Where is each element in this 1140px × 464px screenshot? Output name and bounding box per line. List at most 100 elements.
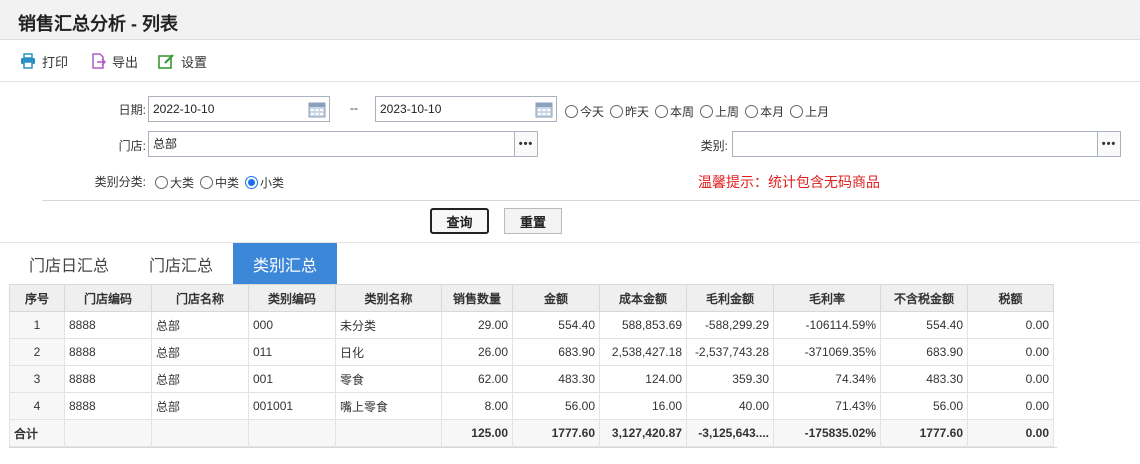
column-header[interactable]: 类别编码 <box>248 284 336 312</box>
date-to-input[interactable]: 2023-10-10 <box>375 96 557 122</box>
table-cell: 554.40 <box>880 311 968 339</box>
table-cell: 0.00 <box>967 365 1054 393</box>
radio-circle[interactable] <box>655 105 669 118</box>
table-cell: 554.40 <box>512 311 600 339</box>
radio-circle[interactable] <box>790 105 804 118</box>
table-cell: 56.00 <box>512 392 600 420</box>
table-cell: 1777.60 <box>880 419 968 447</box>
column-header[interactable]: 类别名称 <box>335 284 442 312</box>
settings-button[interactable]: 设置 <box>158 50 207 72</box>
table-cell: 8888 <box>64 392 152 420</box>
radio-label: 本月 <box>760 105 785 119</box>
table-cell: 1777.60 <box>512 419 600 447</box>
radio-today[interactable]: 今天 <box>565 103 604 120</box>
tab-store-summary[interactable]: 门店汇总 <box>130 243 232 285</box>
radio-circle[interactable] <box>745 105 759 118</box>
table-cell: 588,853.69 <box>599 311 687 339</box>
table-total-row: 合计 125.00 1777.60 3,127,420.87 -3,125,64… <box>9 419 1054 447</box>
table-cell: -371069.35% <box>773 338 881 366</box>
radio-circle[interactable] <box>610 105 624 118</box>
radio-circle[interactable] <box>155 176 168 189</box>
tab-category-summary[interactable]: 类别汇总 <box>233 243 337 285</box>
calendar-icon[interactable] <box>532 97 556 121</box>
radio-yesterday[interactable]: 昨天 <box>610 103 649 120</box>
date-shortcuts: 今天 昨天 本周 上周 本月 上月 <box>565 103 835 120</box>
query-button[interactable]: 查询 <box>430 208 489 234</box>
table-cell: 零食 <box>335 365 442 393</box>
radio-label: 上周 <box>715 105 740 119</box>
tab-store-daily-summary[interactable]: 门店日汇总 <box>14 243 124 285</box>
column-header[interactable]: 门店编码 <box>64 284 152 312</box>
table-cell: 683.90 <box>512 338 600 366</box>
total-label: 合计 <box>9 419 65 447</box>
table-cell: 未分类 <box>335 311 442 339</box>
store-input[interactable]: 总部 <box>148 131 516 157</box>
category-class-group: 大类 中类 小类 <box>155 174 290 191</box>
column-header[interactable]: 金额 <box>512 284 600 312</box>
radio-last-week[interactable]: 上周 <box>700 103 739 120</box>
radio-this-week[interactable]: 本周 <box>655 103 694 120</box>
radio-major-class[interactable]: 大类 <box>155 174 194 191</box>
tab-bar: 门店日汇总 门店汇总 类别汇总 <box>0 242 1140 285</box>
table-cell: 0.00 <box>967 311 1054 339</box>
store-picker-button[interactable]: ••• <box>514 131 538 157</box>
export-button[interactable]: 导出 <box>90 50 138 72</box>
column-header[interactable]: 门店名称 <box>151 284 249 312</box>
radio-circle[interactable] <box>200 176 214 189</box>
column-header[interactable]: 成本金额 <box>599 284 687 312</box>
divider <box>42 200 1140 201</box>
table-cell: 000 <box>248 311 336 339</box>
printer-icon <box>21 53 35 69</box>
table-row[interactable]: 2 8888 总部 011 日化 26.00 683.90 2,538,427.… <box>9 338 1054 366</box>
page-title: 销售汇总分析 - 列表 <box>18 14 178 34</box>
category-class-label: 类别分类: <box>94 175 146 189</box>
table-cell: 1 <box>9 311 65 339</box>
table-cell: -2,537,743.28 <box>686 338 774 366</box>
radio-this-month[interactable]: 本月 <box>745 103 784 120</box>
radio-label: 今天 <box>580 105 605 119</box>
table-cell: -588,299.29 <box>686 311 774 339</box>
table-row[interactable]: 4 8888 总部 001001 嘴上零食 8.00 56.00 16.00 4… <box>9 392 1054 420</box>
radio-circle[interactable] <box>565 105 578 118</box>
column-header[interactable]: 毛利率 <box>773 284 881 312</box>
table-cell: 总部 <box>151 392 249 420</box>
print-label: 打印 <box>42 54 69 70</box>
table-cell: 483.30 <box>512 365 600 393</box>
print-button[interactable]: 打印 <box>20 50 68 72</box>
date-from-input[interactable]: 2022-10-10 <box>148 96 330 122</box>
column-header[interactable]: 税额 <box>967 284 1054 312</box>
column-header[interactable]: 销售数量 <box>441 284 513 312</box>
radio-middle-class[interactable]: 中类 <box>200 174 239 191</box>
table-cell: 683.90 <box>880 338 968 366</box>
export-label: 导出 <box>112 54 139 70</box>
date-label: 日期: <box>118 103 146 117</box>
table-cell <box>248 419 336 447</box>
radio-minor-class[interactable]: 小类 <box>245 174 284 191</box>
reset-button[interactable]: 重置 <box>504 208 562 234</box>
table-row[interactable]: 3 8888 总部 001 零食 62.00 483.30 124.00 359… <box>9 365 1054 393</box>
table-cell: 011 <box>248 338 336 366</box>
radio-circle-selected[interactable] <box>245 176 259 189</box>
column-header[interactable]: 序号 <box>9 284 65 312</box>
table-cell: 26.00 <box>441 338 513 366</box>
title-bar: 销售汇总分析 - 列表 <box>0 0 1140 40</box>
date-separator: -- <box>350 101 358 115</box>
category-input[interactable] <box>732 131 1098 157</box>
table-cell: 001 <box>248 365 336 393</box>
table-cell: 2,538,427.18 <box>599 338 687 366</box>
table-cell: 总部 <box>151 311 249 339</box>
calendar-icon[interactable] <box>305 97 329 121</box>
category-picker-button[interactable]: ••• <box>1097 131 1121 157</box>
radio-label: 中类 <box>215 176 240 190</box>
radio-last-month[interactable]: 上月 <box>790 103 829 120</box>
table-row[interactable]: 1 8888 总部 000 未分类 29.00 554.40 588,853.6… <box>9 311 1054 339</box>
radio-circle[interactable] <box>700 105 714 118</box>
column-header[interactable]: 不含税金额 <box>880 284 968 312</box>
table-cell: 日化 <box>335 338 442 366</box>
radio-label: 大类 <box>170 176 195 190</box>
table-cell: 16.00 <box>599 392 687 420</box>
radio-label: 小类 <box>260 176 285 190</box>
table-cell: 总部 <box>151 365 249 393</box>
table-cell: -3,125,643.... <box>686 419 774 447</box>
column-header[interactable]: 毛利金额 <box>686 284 774 312</box>
